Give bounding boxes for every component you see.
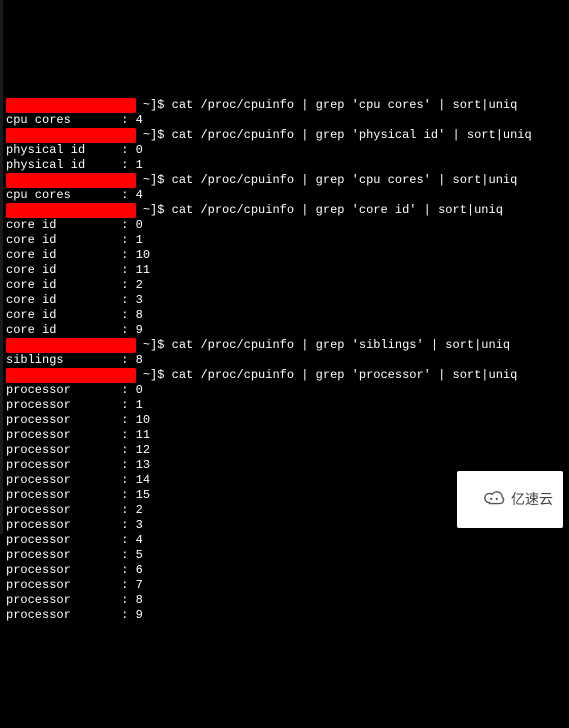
output-line: siblings : 8 (6, 353, 563, 368)
output-line: physical id : 1 (6, 158, 563, 173)
watermark-badge: 亿速云 (457, 471, 563, 528)
redacted-user-host: [xxxxxxxxxxxxxxxx5 (6, 203, 136, 218)
prompt-tail: ~]$ (136, 128, 172, 142)
command-text: cat /proc/cpuinfo | grep 'physical id' |… (172, 128, 532, 142)
prompt-line[interactable]: [yexxxxxxxxxxxxxx5 ~]$ cat /proc/cpuinfo… (6, 173, 563, 188)
window-border (0, 0, 3, 534)
output-line: processor : 4 (6, 533, 563, 548)
output-line: processor : 0 (6, 383, 563, 398)
prompt-line[interactable]: [yxxxxxxxxxxxxxxx5 ~]$ cat /proc/cpuinfo… (6, 128, 563, 143)
output-line: processor : 11 (6, 428, 563, 443)
redacted-user-host: [yexxxxxxxxxxxxxx5 (6, 173, 136, 188)
terminal-output: [xxxxxxxx xxxxxx65 ~]$ cat /proc/cpuinfo… (6, 98, 563, 623)
command-text: cat /proc/cpuinfo | grep 'cpu cores' | s… (172, 173, 518, 187)
prompt-line[interactable]: [xxxxxxxxxxxxxxxx5 ~]$ cat /proc/cpuinfo… (6, 338, 563, 353)
output-line: core id : 0 (6, 218, 563, 233)
watermark-text: 亿速云 (511, 492, 553, 507)
output-line: core id : 9 (6, 323, 563, 338)
output-line: core id : 1 (6, 233, 563, 248)
output-line: core id : 11 (6, 263, 563, 278)
output-line: processor : 9 (6, 608, 563, 623)
redacted-user-host: [xxxxxxxxxxxxxxxx5 (6, 338, 136, 353)
prompt-line[interactable]: [xxxxxxxx xxxxxx65 ~]$ cat /proc/cpuinfo… (6, 98, 563, 113)
command-text: cat /proc/cpuinfo | grep 'core id' | sor… (172, 203, 503, 217)
redacted-user-host: [xxxxxxxxxxxxxxxx5 (6, 368, 136, 383)
output-line: processor : 7 (6, 578, 563, 593)
output-line: processor : 8 (6, 593, 563, 608)
command-text: cat /proc/cpuinfo | grep 'processor' | s… (172, 368, 518, 382)
output-line: core id : 8 (6, 308, 563, 323)
prompt-tail: ~]$ (136, 338, 172, 352)
output-line: core id : 3 (6, 293, 563, 308)
output-line: processor : 12 (6, 443, 563, 458)
command-text: cat /proc/cpuinfo | grep 'siblings' | so… (172, 338, 510, 352)
output-line: processor : 1 (6, 398, 563, 413)
command-text: cat /proc/cpuinfo | grep 'cpu cores' | s… (172, 98, 518, 112)
output-line: cpu cores : 4 (6, 188, 563, 203)
prompt-line[interactable]: [xxxxxxxxxxxxxxxx5 ~]$ cat /proc/cpuinfo… (6, 203, 563, 218)
redacted-user-host: [xxxxxxxx xxxxxx65 (6, 98, 136, 113)
redacted-user-host: [yxxxxxxxxxxxxxxx5 (6, 128, 136, 143)
output-line: physical id : 0 (6, 143, 563, 158)
cloud-icon (467, 475, 505, 524)
prompt-tail: ~]$ (136, 98, 172, 112)
prompt-line[interactable]: [xxxxxxxxxxxxxxxx5 ~]$ cat /proc/cpuinfo… (6, 368, 563, 383)
output-line: cpu cores : 4 (6, 113, 563, 128)
output-line: core id : 10 (6, 248, 563, 263)
output-line: processor : 5 (6, 548, 563, 563)
prompt-tail: ~]$ (136, 173, 172, 187)
prompt-tail: ~]$ (136, 368, 172, 382)
output-line: core id : 2 (6, 278, 563, 293)
prompt-tail: ~]$ (136, 203, 172, 217)
output-line: processor : 10 (6, 413, 563, 428)
output-line: processor : 6 (6, 563, 563, 578)
